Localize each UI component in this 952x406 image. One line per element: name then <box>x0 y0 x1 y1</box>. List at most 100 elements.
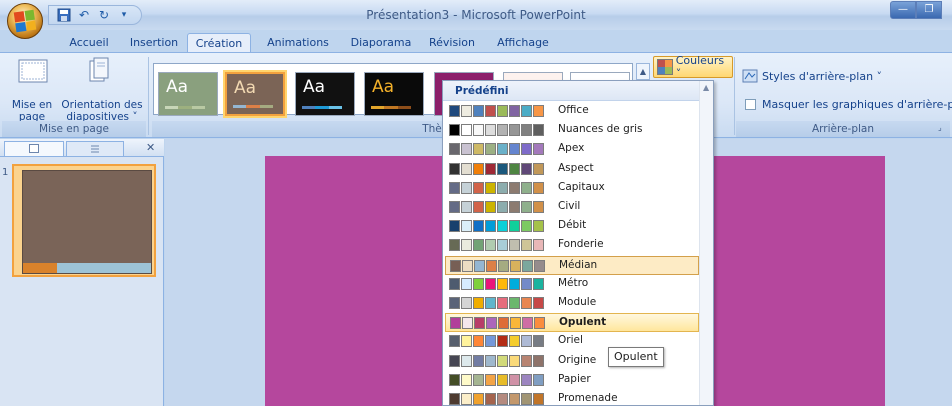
color-scheme-name: Apex <box>558 142 585 155</box>
color-swatch <box>461 354 472 367</box>
color-swatch <box>533 105 544 117</box>
tab-outline[interactable] <box>66 141 124 156</box>
color-swatch <box>509 277 520 290</box>
color-scheme-item[interactable]: Médian <box>445 255 699 275</box>
color-scheme-name: Origine <box>558 353 597 366</box>
color-swatch <box>509 354 520 367</box>
orientation-button[interactable]: Orientation des diapositives ˅ <box>60 57 144 123</box>
office-button[interactable] <box>7 3 43 39</box>
color-palette-swatches <box>449 143 545 156</box>
color-scheme-item[interactable]: Apex <box>445 140 699 159</box>
mise-en-page-button[interactable]: Mise en page <box>6 57 58 123</box>
color-swatch <box>461 373 472 386</box>
color-swatch <box>497 239 508 252</box>
color-swatch <box>509 181 520 194</box>
color-swatch <box>485 201 496 213</box>
color-palette-swatches <box>450 317 546 330</box>
color-scheme-item[interactable]: Capitaux <box>445 179 699 198</box>
color-swatch <box>485 105 496 117</box>
group-separator-2 <box>734 57 735 135</box>
color-swatch <box>497 354 508 367</box>
color-swatch <box>474 317 485 330</box>
color-scheme-name: Capitaux <box>558 180 605 193</box>
color-swatch <box>461 220 472 233</box>
color-swatch <box>497 297 508 309</box>
color-palette-swatches <box>449 105 545 117</box>
minimize-icon[interactable]: — <box>890 1 916 19</box>
masquer-graphiques-checkbox-row[interactable]: Masquer les graphiques d'arrière-plan <box>745 95 952 113</box>
color-swatch <box>449 220 460 233</box>
color-swatch <box>509 335 520 348</box>
color-scheme-item[interactable]: Civil <box>445 198 699 217</box>
color-scheme-item[interactable]: Promenade <box>445 390 699 406</box>
theme-thumb-4[interactable]: Aa <box>364 72 424 116</box>
color-swatch <box>534 317 545 330</box>
color-swatch <box>509 105 520 117</box>
color-swatch <box>533 277 544 290</box>
color-swatch <box>473 143 484 156</box>
color-swatch <box>461 105 472 117</box>
color-scheme-item[interactable]: Aspect <box>445 160 699 179</box>
color-swatch <box>533 393 544 405</box>
colors-swatch-icon <box>657 59 673 75</box>
theme-thumb-1[interactable]: Aa <box>158 72 218 116</box>
slide-number: 1 <box>2 167 9 178</box>
color-swatch <box>497 124 508 137</box>
color-scheme-item[interactable]: Opulent <box>445 313 699 333</box>
color-scheme-item[interactable]: Débit <box>445 217 699 236</box>
color-swatch <box>473 220 484 233</box>
tab-insertion[interactable]: Insertion <box>124 33 184 52</box>
couleurs-button[interactable]: Couleurs ˅ <box>653 54 733 80</box>
styles-arriere-plan-button[interactable]: Styles d'arrière-plan ˅ <box>742 67 882 85</box>
color-swatch <box>509 162 520 175</box>
tab-affichage[interactable]: Affichage <box>490 33 556 52</box>
color-swatch <box>449 105 460 117</box>
tab-revision[interactable]: Révision <box>424 33 480 52</box>
close-pane-icon[interactable]: ✕ <box>146 141 155 154</box>
styles-arriere-plan-label: Styles d'arrière-plan ˅ <box>762 69 883 83</box>
color-scheme-item[interactable]: Nuances de gris <box>445 121 699 140</box>
color-scheme-item[interactable]: Office <box>445 102 699 121</box>
pane-tabs: ✕ <box>0 139 164 157</box>
thumb-accent-bar <box>23 263 57 273</box>
scroll-up-icon[interactable]: ▲ <box>703 83 709 92</box>
color-swatch <box>485 124 496 137</box>
color-scheme-item[interactable]: Papier <box>445 371 699 390</box>
color-swatch <box>485 393 496 405</box>
gallery-scroll-up-icon[interactable]: ▲ <box>636 63 650 80</box>
mise-en-page-label-1: Mise en <box>11 99 53 111</box>
color-scheme-name: Module <box>558 296 597 308</box>
color-swatch <box>497 335 508 348</box>
theme-thumb-2[interactable]: Aa <box>223 70 287 118</box>
color-palette-swatches <box>449 162 545 175</box>
orientation-label-1: Orientation des <box>61 99 143 111</box>
tab-creation[interactable]: Création <box>187 33 251 52</box>
color-swatch <box>509 220 520 233</box>
masquer-graphiques-checkbox[interactable] <box>745 98 756 110</box>
tab-accueil[interactable]: Accueil <box>58 33 120 52</box>
color-scheme-item[interactable]: Module <box>445 294 699 313</box>
tab-diaporama[interactable]: Diaporama <box>346 33 416 52</box>
color-swatch <box>473 335 484 348</box>
dropdown-scrollbar[interactable]: ▲ <box>699 81 713 405</box>
color-swatch <box>449 124 460 137</box>
color-swatch <box>449 181 460 194</box>
tab-animations[interactable]: Animations <box>260 33 336 52</box>
theme-aa-1: Aa <box>166 77 189 97</box>
color-swatch <box>485 335 496 348</box>
slide-thumbnail[interactable] <box>12 164 156 277</box>
color-scheme-name: Débit <box>558 219 587 232</box>
color-swatch <box>509 143 520 156</box>
color-swatch <box>485 354 496 367</box>
color-scheme-name: Opulent <box>559 316 607 329</box>
dialog-launcher-icon[interactable]: ⌟ <box>938 123 948 133</box>
tab-slides[interactable] <box>4 141 64 156</box>
theme-thumb-3[interactable]: Aa <box>295 72 355 116</box>
color-scheme-item[interactable]: Métro <box>445 275 699 294</box>
restore-icon[interactable]: ❐ <box>916 1 942 19</box>
color-palette-swatches <box>449 239 545 252</box>
window-title: Présentation3 - Microsoft PowerPoint <box>366 8 586 22</box>
color-swatch <box>522 317 533 330</box>
color-scheme-item[interactable]: Fonderie <box>445 236 699 255</box>
color-palette-swatches <box>449 181 545 194</box>
